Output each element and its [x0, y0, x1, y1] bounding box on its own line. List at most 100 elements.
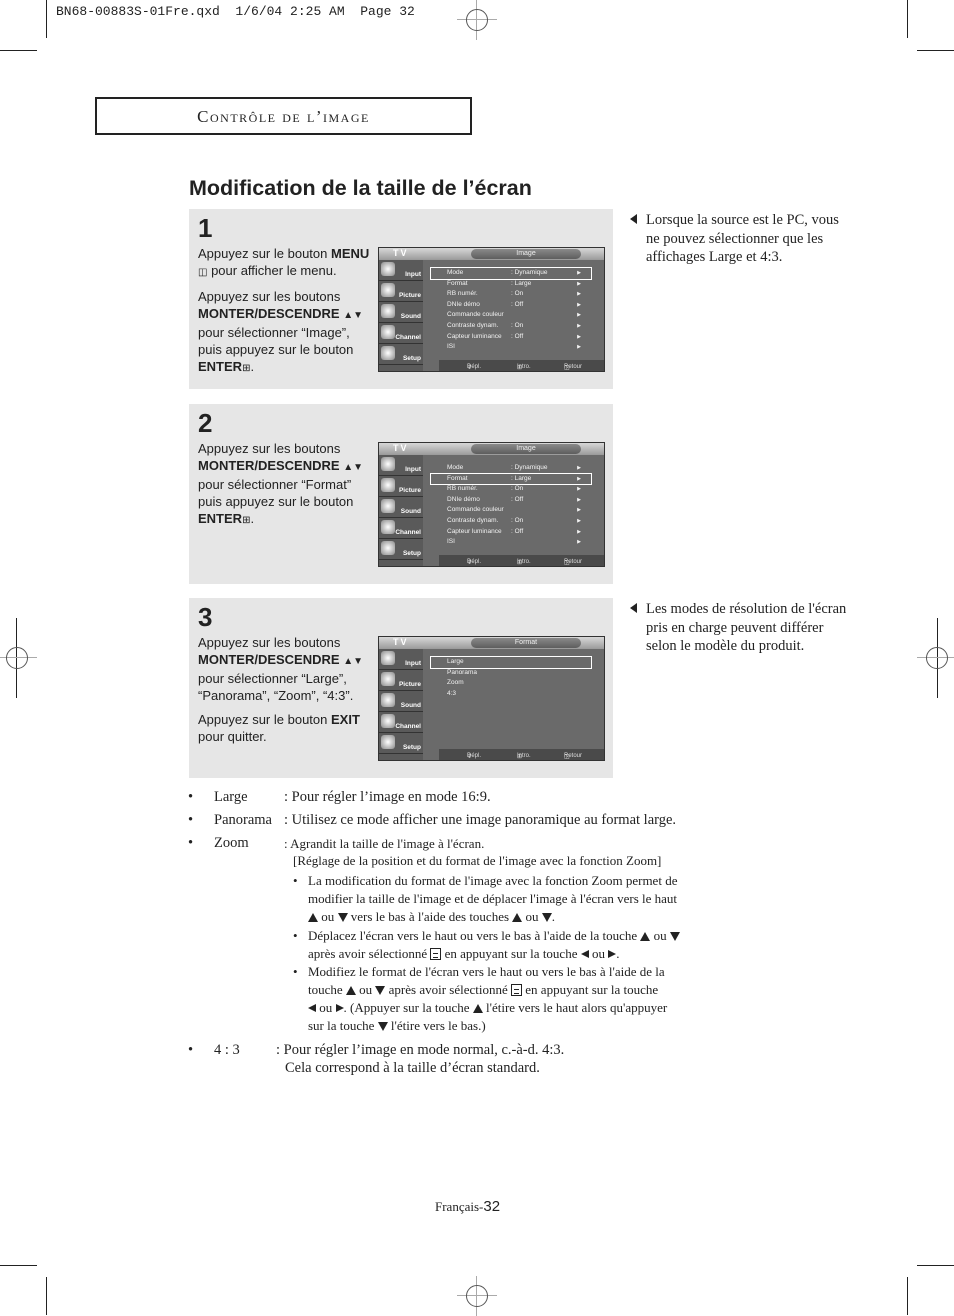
picture-icon	[381, 283, 395, 297]
right-arrow-icon: ▶	[577, 539, 581, 546]
right-arrow-icon: ▶	[577, 475, 581, 482]
sound-icon	[381, 304, 395, 318]
zoom-subpoint: • Modifiez le format de l'écran vers le …	[293, 964, 668, 1033]
right-arrow-icon: ▶	[577, 507, 581, 514]
bullet: •	[188, 1042, 194, 1058]
tv-menu-row: Panorama	[447, 668, 477, 676]
crop-mark	[46, 0, 47, 38]
instruction-paragraph: Appuyez sur le bouton EXIT pour quitter.	[198, 712, 360, 744]
picture-icon	[381, 478, 395, 492]
up-down-icon: ▲▼	[343, 656, 363, 667]
step-panel-2: 2 Appuyez sur les boutons MONTER/DESCENDR…	[189, 404, 613, 584]
tv-sidebar-item: Picture	[379, 281, 423, 302]
tv-menu-tab: Image	[471, 249, 581, 259]
tv-sidebar-item: Setup	[379, 733, 423, 754]
crop-mark	[917, 1265, 954, 1266]
mode-desc: : Pour régler l’image en mode 16:9.	[284, 789, 491, 805]
tv-menu-row: DNIe démo: Off ▶	[431, 495, 591, 506]
left-triangle-icon	[630, 214, 637, 224]
zoom-subpoint: • La modification du format de l'image a…	[293, 873, 678, 924]
bullet: •	[188, 789, 194, 805]
right-arrow-icon: ▶	[577, 344, 581, 351]
tv-sidebar: Input Picture Sound Channel Setup	[379, 649, 423, 760]
left-triangle-icon	[630, 603, 637, 613]
tv-sidebar-item: Input	[379, 260, 423, 281]
mode-desc: : Utilisez ce mode afficher une image pa…	[284, 812, 677, 828]
tv-sidebar-item: Setup	[379, 539, 423, 560]
crop-mark	[46, 1277, 47, 1315]
tv-menu-row: Capteur luminance: Off ▶	[431, 332, 591, 343]
left-arrow-icon	[308, 1004, 316, 1012]
right-arrow-icon: ▶	[577, 322, 581, 329]
tv-menu-row: ISI ▶	[431, 537, 591, 548]
tv-sidebar-item: Input	[379, 455, 423, 476]
tv-menu-row: Mode: Dynamique ▶	[430, 267, 592, 280]
step-panel-3: 3 Appuyez sur les boutons MONTER/DESCENDR…	[189, 598, 613, 778]
tv-sidebar-item: Sound	[379, 302, 423, 323]
sound-icon	[381, 499, 395, 513]
tv-menu-screenshot: TV Image Input Picture Sound Channel Setup Mode…	[378, 442, 605, 567]
tv-footer: ⇕ Dépl. ⊞ Intro. ◫ Retour	[439, 555, 604, 566]
step-instructions: Appuyez sur les boutons MONTER/DESCENDRE…	[198, 440, 376, 536]
tv-menu-screenshot: TV Image Input Picture Sound Channel Setup Mode…	[378, 247, 605, 372]
tv-menu-row: 4:3	[447, 689, 457, 697]
tv-menu-row: Contraste dynam.: On ▶	[431, 321, 591, 332]
section-header: Contrôle de l’image	[95, 97, 472, 135]
up-arrow-icon	[472, 1004, 483, 1013]
tv-footer: ⇕ Dépl. ⊞ Intro. ◫ Retour	[439, 360, 604, 371]
crop-mark	[907, 1277, 908, 1315]
down-arrow-icon	[337, 913, 348, 922]
crop-mark	[907, 0, 908, 38]
up-arrow-icon	[512, 913, 523, 922]
right-arrow-icon: ▶	[577, 517, 581, 524]
note-pc-source: Lorsque la source est le PC, vous ne pou…	[630, 211, 855, 267]
registration-mark	[917, 638, 954, 678]
setup-icon	[381, 346, 395, 360]
tv-menu-list: Large Panorama Zoom 4:3	[430, 656, 592, 699]
right-arrow-icon: ▶	[577, 333, 581, 340]
print-slug: BN68-00883S-01Fre.qxd 1/6/04 2:25 AM Pag…	[56, 4, 415, 19]
section-header-title: Contrôle de l’image	[197, 107, 370, 126]
tv-sidebar-item: Setup	[379, 344, 423, 365]
tv-sidebar-item: Picture	[379, 476, 423, 497]
input-icon	[381, 262, 395, 276]
right-arrow-icon: ▶	[577, 270, 581, 276]
bullet: •	[188, 812, 194, 828]
channel-icon	[381, 520, 395, 534]
input-icon	[381, 651, 395, 665]
tv-sidebar-item: Channel	[379, 323, 423, 344]
up-arrow-icon	[640, 932, 651, 941]
channel-icon	[381, 325, 395, 339]
note-resolution: Les modes de résolution de l'écran pris …	[630, 600, 855, 656]
position-icon	[430, 948, 442, 960]
mode-desc: : Pour régler l’image en mode normal, c.…	[276, 1042, 565, 1058]
setup-icon	[381, 735, 395, 749]
tv-menu-row: Large	[430, 656, 592, 669]
down-arrow-icon	[669, 932, 680, 941]
crop-mark	[0, 1265, 37, 1266]
tv-sidebar-item: Channel	[379, 518, 423, 539]
tv-label: TV	[393, 637, 409, 647]
mode-term: Zoom	[214, 835, 249, 851]
tv-menu-row: RB numér.: On ▶	[431, 289, 591, 300]
step-number: 2	[198, 408, 213, 438]
right-arrow-icon: ▶	[577, 465, 581, 471]
tv-sidebar-item: Sound	[379, 497, 423, 518]
tv-label: TV	[393, 248, 409, 258]
step-number: 3	[198, 602, 213, 632]
right-arrow-icon: ▶	[577, 301, 581, 308]
tv-footer: ⇕ Dépl. ⊞ Intro. ◫ Retour	[439, 749, 604, 760]
sound-icon	[381, 693, 395, 707]
mode-desc: : Agrandit la taille de l'image à l'écra…	[284, 836, 485, 851]
page-footer: Français-32	[435, 1198, 501, 1215]
tv-label: TV	[393, 443, 409, 453]
tv-menu-row: Commande couleur ▶	[431, 505, 591, 516]
mode-desc-note: Cela correspond à la taille d’écran stan…	[285, 1060, 540, 1076]
registration-mark	[457, 0, 497, 40]
up-arrow-icon	[308, 913, 318, 922]
tv-menu-list: Mode: Dynamique ▶ Format: Large ▶ RB numér.:…	[430, 463, 592, 548]
tv-menu-row: RB numér.: On ▶	[431, 484, 591, 495]
tv-menu-row: Format: Large ▶	[430, 472, 592, 486]
tv-menu-list: Mode: Dynamique ▶ Format: Large ▶ RB numér.:…	[430, 267, 592, 353]
right-arrow-icon: ▶	[577, 528, 581, 535]
